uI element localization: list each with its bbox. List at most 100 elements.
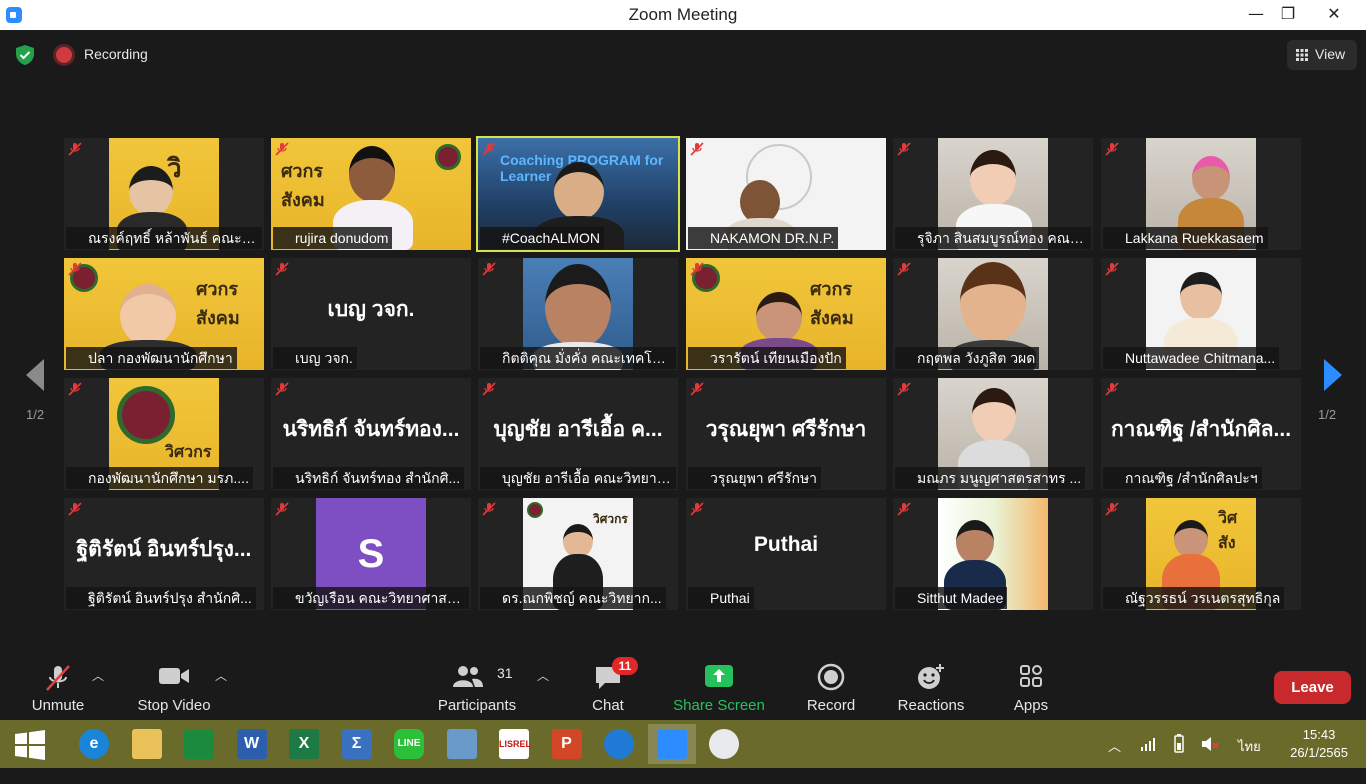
page-indicator-right: 1/2 [1318, 407, 1337, 422]
participant-tile-active-speaker[interactable]: Coaching PROGRAM for Learner #CoachALMON [476, 136, 680, 252]
participant-tile[interactable]: ศวกร สังคม วรารัตน์ เทียนเมืองปัก [686, 258, 886, 370]
muted-microphone-icon [897, 382, 911, 396]
reactions-label: Reactions [897, 697, 965, 714]
muted-microphone-icon [275, 142, 289, 156]
taskbar-app-excel[interactable]: X [280, 724, 328, 764]
excel-icon: X [289, 729, 319, 759]
taskbar-app-lisrel[interactable]: LISREL [490, 724, 538, 764]
taskbar-app-paint[interactable] [438, 724, 486, 764]
share-screen-button[interactable]: Share Screen [670, 655, 768, 720]
participant-name-label: กองพัฒนานักศึกษา มรภ.... [66, 467, 253, 489]
participant-name-label: NAKAMON DR.N.P. [688, 227, 839, 249]
taskbar-app-calculator[interactable]: Σ [333, 724, 381, 764]
audio-options-chevron-up-icon[interactable]: ︿ [92, 667, 104, 684]
line-icon: LINE [394, 729, 424, 759]
microphone-muted-icon [46, 665, 70, 691]
participant-tile[interactable]: วรุณยุพา ศรีรักษา วรุณยุพา ศรีรักษา [686, 378, 886, 490]
taskbar-app-file-explorer[interactable] [123, 724, 171, 764]
show-hidden-icons-chevron-up-icon[interactable]: ︿ [1108, 736, 1121, 784]
participant-tile[interactable]: Puthai Puthai [686, 498, 886, 610]
meeting-toolbar: Unmute ︿ Stop Video ︿ 31 Participants ︿ … [0, 655, 1366, 720]
previous-page-arrow-icon[interactable] [22, 355, 52, 395]
muted-microphone-icon [1105, 382, 1119, 396]
participants-options-chevron-up-icon[interactable]: ︿ [537, 667, 549, 684]
chat-unread-badge: 11 [612, 657, 638, 675]
page-indicator-left: 1/2 [26, 407, 45, 422]
apps-button[interactable]: Apps [1002, 655, 1060, 720]
muted-microphone-icon [690, 502, 704, 516]
participant-tile[interactable]: S ขวัญเรือน คณะวิทยาศาสต... [271, 498, 471, 610]
participant-tile[interactable]: กาณฑิฐ /สำนักศิล... กาณฑิฐ /สำนักศิลปะฯ [1101, 378, 1301, 490]
volume-muted-icon[interactable] [1200, 734, 1220, 754]
apps-label: Apps [1013, 697, 1049, 714]
taskbar-app-chrome[interactable] [700, 724, 748, 764]
participant-tile[interactable]: ศวกร สังคม ปลา กองพัฒนานักศึกษา [64, 258, 264, 370]
participant-tile[interactable]: วิศวกร ดร.ณกพิชญ์ คณะวิทยาก... [478, 498, 678, 610]
window-title: Zoom Meeting [628, 5, 738, 24]
participant-tile[interactable]: มณภร มนูญศาสตรสาทร ... [893, 378, 1093, 490]
recording-label: Recording [84, 46, 148, 62]
record-button[interactable]: Record [800, 655, 862, 720]
participant-tile[interactable]: กิตติคุณ มั่งคั่ง คณะเทคโนโ... [478, 258, 678, 370]
participant-tile[interactable]: เบญ วจก. เบญ วจก. [271, 258, 471, 370]
leave-meeting-button[interactable]: Leave [1274, 671, 1351, 704]
participant-display-name: บุญชัย อารีเอื้อ ค... [493, 418, 663, 441]
participant-name-label: ณัฐวรรธน์ วรเนตรสุทธิกุล [1103, 587, 1285, 609]
participant-name-label: rujira donudom [273, 227, 393, 249]
view-button[interactable]: View [1287, 40, 1357, 70]
participant-name-label: Lakkana Ruekkasaem [1103, 227, 1268, 249]
taskbar-app-powerpoint[interactable]: P [543, 724, 591, 764]
network-signal-icon[interactable] [1140, 736, 1156, 752]
taskbar-app-word[interactable]: W [228, 724, 276, 764]
next-page-arrow-icon[interactable] [1318, 355, 1348, 395]
participant-tile[interactable]: Lakkana Ruekkasaem [1101, 138, 1301, 250]
participant-tile[interactable]: บุญชัย อารีเอื้อ ค... บุญชัย อารีเอื้อ ค… [478, 378, 678, 490]
participant-tile[interactable]: วิศ สัง ณัฐวรรธน์ วรเนตรสุทธิกุล [1101, 498, 1301, 610]
encryption-shield-icon[interactable] [14, 44, 36, 66]
participant-tile[interactable]: Nuttawadee Chitmana... [1101, 258, 1301, 370]
participant-tile[interactable]: Sitthut Madee [893, 498, 1093, 610]
participant-tile[interactable]: นริทธิก์ จันทร์ทอง... นริทธิก์ จันทร์ทอง… [271, 378, 471, 490]
participant-tile[interactable]: รุจิภา สินสมบูรณ์ทอง คณะ... [893, 138, 1093, 250]
taskbar-app-zoom[interactable] [647, 724, 696, 764]
reactions-button[interactable]: Reactions [892, 655, 970, 720]
participant-name-label: กาณฑิฐ /สำนักศิลปะฯ [1103, 467, 1262, 489]
participant-tile[interactable]: NAKAMON DR.N.P. [686, 138, 886, 250]
participants-label: Participants [437, 697, 517, 714]
participant-display-name: เบญ วจก. [327, 298, 415, 321]
maximize-button[interactable]: ❐ [1268, 0, 1308, 30]
participant-tile[interactable]: กฤตพล วังภูสิต วผด [893, 258, 1093, 370]
windows-start-icon[interactable] [14, 730, 46, 760]
taskbar-app-line[interactable]: LINE [385, 724, 433, 764]
unmute-button[interactable]: Unmute [22, 655, 94, 720]
grid-view-icon [1296, 49, 1308, 61]
stop-video-button[interactable]: Stop Video [134, 655, 214, 720]
taskbar-app-store[interactable] [175, 724, 223, 764]
participant-tile[interactable]: วิ ณรงค์ฤทธิ์ หล้าพันธ์ คณะว... [64, 138, 264, 250]
participant-tile[interactable]: วิศวกร กองพัฒนานักศึกษา มรภ.... [64, 378, 264, 490]
taskbar-app-edge[interactable] [595, 724, 643, 764]
muted-microphone-icon [690, 142, 704, 156]
taskbar-clock[interactable]: 15:43 26/1/2565 [1290, 726, 1348, 762]
clock-time: 15:43 [1302, 727, 1336, 742]
participant-tile[interactable]: ฐิติรัตน์ อินทร์ปรุง... ฐิติรัตน์ อินทร์… [64, 498, 264, 610]
file-explorer-icon [131, 729, 162, 759]
muted-microphone-icon [482, 262, 496, 276]
close-window-button[interactable]: ✕ [1314, 0, 1354, 30]
participant-tile[interactable]: ศวกร สังคม rujira donudom [271, 138, 471, 250]
taskbar-app-internet-explorer[interactable]: e [70, 724, 118, 764]
video-options-chevron-up-icon[interactable]: ︿ [215, 667, 227, 684]
clock-date: 26/1/2565 [1290, 745, 1348, 760]
chat-button[interactable]: 11 Chat [578, 655, 638, 720]
participants-button[interactable]: 31 Participants [432, 655, 522, 720]
muted-microphone-icon [897, 142, 911, 156]
calculator-icon: Σ [341, 729, 372, 759]
participant-name-label: บุญชัย อารีเอื้อ คณะวิทยาศ... [480, 467, 676, 489]
record-icon [817, 663, 845, 691]
input-language-indicator[interactable]: ไทย [1238, 736, 1261, 784]
stop-video-label: Stop Video [137, 697, 211, 714]
chat-label: Chat [592, 697, 624, 714]
battery-icon[interactable] [1170, 734, 1188, 754]
participant-name-label: เบญ วจก. [273, 347, 357, 369]
participant-name-label: นริทธิก์ จันทร์ทอง สำนักศิ... [273, 467, 465, 489]
